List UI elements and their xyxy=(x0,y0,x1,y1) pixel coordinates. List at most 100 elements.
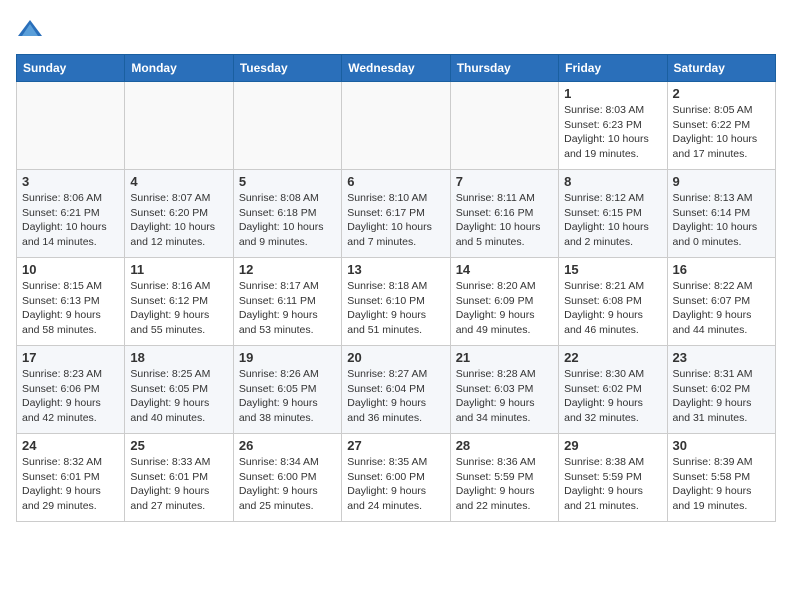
day-number: 26 xyxy=(239,438,336,453)
day-info: Sunrise: 8:38 AMSunset: 5:59 PMDaylight:… xyxy=(564,455,661,514)
day-info: Sunrise: 8:32 AMSunset: 6:01 PMDaylight:… xyxy=(22,455,119,514)
calendar-header: SundayMondayTuesdayWednesdayThursdayFrid… xyxy=(17,55,776,82)
week-row-2: 3Sunrise: 8:06 AMSunset: 6:21 PMDaylight… xyxy=(17,170,776,258)
day-number: 22 xyxy=(564,350,661,365)
day-info: Sunrise: 8:15 AMSunset: 6:13 PMDaylight:… xyxy=(22,279,119,338)
day-info: Sunrise: 8:12 AMSunset: 6:15 PMDaylight:… xyxy=(564,191,661,250)
day-info: Sunrise: 8:39 AMSunset: 5:58 PMDaylight:… xyxy=(673,455,770,514)
day-number: 3 xyxy=(22,174,119,189)
week-row-5: 24 Sunrise: 8:32 AMSunset: 6:01 PMDayligh… xyxy=(17,434,776,522)
calendar-cell: 21 Sunrise: 8:28 AMSunset: 6:03 PMDayligh… xyxy=(450,346,558,434)
logo-icon xyxy=(16,16,44,44)
calendar-cell: 22 Sunrise: 8:30 AMSunset: 6:02 PMDayligh… xyxy=(559,346,667,434)
calendar-cell: 27 Sunrise: 8:35 AMSunset: 6:00 PMDayligh… xyxy=(342,434,450,522)
day-number: 12 xyxy=(239,262,336,277)
day-info: Sunrise: 8:33 AMSunset: 6:01 PMDaylight:… xyxy=(130,455,227,514)
day-header-friday: Friday xyxy=(559,55,667,82)
calendar-cell: 13 Sunrise: 8:18 AMSunset: 6:10 PMDayligh… xyxy=(342,258,450,346)
calendar-cell: 12 Sunrise: 8:17 AMSunset: 6:11 PMDayligh… xyxy=(233,258,341,346)
calendar-cell: 20 Sunrise: 8:27 AMSunset: 6:04 PMDayligh… xyxy=(342,346,450,434)
day-number: 19 xyxy=(239,350,336,365)
day-number: 21 xyxy=(456,350,553,365)
calendar-cell xyxy=(342,82,450,170)
calendar-cell: 15 Sunrise: 8:21 AMSunset: 6:08 PMDayligh… xyxy=(559,258,667,346)
calendar-body: 1 Sunrise: 8:03 AMSunset: 6:23 PMDaylight… xyxy=(17,82,776,522)
day-number: 27 xyxy=(347,438,444,453)
day-number: 6 xyxy=(347,174,444,189)
day-number: 4 xyxy=(130,174,227,189)
calendar-cell: 10 Sunrise: 8:15 AMSunset: 6:13 PMDayligh… xyxy=(17,258,125,346)
day-number: 25 xyxy=(130,438,227,453)
calendar-cell: 3Sunrise: 8:06 AMSunset: 6:21 PMDaylight… xyxy=(17,170,125,258)
day-header-tuesday: Tuesday xyxy=(233,55,341,82)
day-number: 13 xyxy=(347,262,444,277)
calendar-cell: 24 Sunrise: 8:32 AMSunset: 6:01 PMDayligh… xyxy=(17,434,125,522)
day-number: 14 xyxy=(456,262,553,277)
day-info: Sunrise: 8:10 AMSunset: 6:17 PMDaylight:… xyxy=(347,191,444,250)
day-number: 30 xyxy=(673,438,770,453)
day-info: Sunrise: 8:30 AMSunset: 6:02 PMDaylight:… xyxy=(564,367,661,426)
calendar-cell: 18 Sunrise: 8:25 AMSunset: 6:05 PMDayligh… xyxy=(125,346,233,434)
day-number: 5 xyxy=(239,174,336,189)
day-info: Sunrise: 8:25 AMSunset: 6:05 PMDaylight:… xyxy=(130,367,227,426)
day-number: 1 xyxy=(564,86,661,101)
day-number: 18 xyxy=(130,350,227,365)
calendar-cell: 7 Sunrise: 8:11 AMSunset: 6:16 PMDaylight… xyxy=(450,170,558,258)
day-info: Sunrise: 8:18 AMSunset: 6:10 PMDaylight:… xyxy=(347,279,444,338)
calendar-cell: 8 Sunrise: 8:12 AMSunset: 6:15 PMDaylight… xyxy=(559,170,667,258)
day-info: Sunrise: 8:31 AMSunset: 6:02 PMDaylight:… xyxy=(673,367,770,426)
day-number: 16 xyxy=(673,262,770,277)
calendar-cell: 29Sunrise: 8:38 AMSunset: 5:59 PMDayligh… xyxy=(559,434,667,522)
calendar-cell: 30 Sunrise: 8:39 AMSunset: 5:58 PMDayligh… xyxy=(667,434,775,522)
day-info: Sunrise: 8:05 AMSunset: 6:22 PMDaylight:… xyxy=(673,103,770,162)
day-number: 24 xyxy=(22,438,119,453)
day-number: 17 xyxy=(22,350,119,365)
day-info: Sunrise: 8:22 AMSunset: 6:07 PMDaylight:… xyxy=(673,279,770,338)
day-info: Sunrise: 8:27 AMSunset: 6:04 PMDaylight:… xyxy=(347,367,444,426)
day-info: Sunrise: 8:08 AMSunset: 6:18 PMDaylight:… xyxy=(239,191,336,250)
week-row-4: 17 Sunrise: 8:23 AMSunset: 6:06 PMDayligh… xyxy=(17,346,776,434)
calendar-cell: 5 Sunrise: 8:08 AMSunset: 6:18 PMDaylight… xyxy=(233,170,341,258)
day-number: 8 xyxy=(564,174,661,189)
day-header-monday: Monday xyxy=(125,55,233,82)
calendar-cell xyxy=(450,82,558,170)
week-row-1: 1 Sunrise: 8:03 AMSunset: 6:23 PMDaylight… xyxy=(17,82,776,170)
logo xyxy=(16,16,48,44)
day-info: Sunrise: 8:21 AMSunset: 6:08 PMDaylight:… xyxy=(564,279,661,338)
calendar-cell: 16 Sunrise: 8:22 AMSunset: 6:07 PMDayligh… xyxy=(667,258,775,346)
header-row: SundayMondayTuesdayWednesdayThursdayFrid… xyxy=(17,55,776,82)
day-header-saturday: Saturday xyxy=(667,55,775,82)
day-number: 11 xyxy=(130,262,227,277)
calendar-cell: 26Sunrise: 8:34 AMSunset: 6:00 PMDayligh… xyxy=(233,434,341,522)
day-info: Sunrise: 8:28 AMSunset: 6:03 PMDaylight:… xyxy=(456,367,553,426)
day-info: Sunrise: 8:07 AMSunset: 6:20 PMDaylight:… xyxy=(130,191,227,250)
day-info: Sunrise: 8:11 AMSunset: 6:16 PMDaylight:… xyxy=(456,191,553,250)
calendar-cell: 1 Sunrise: 8:03 AMSunset: 6:23 PMDaylight… xyxy=(559,82,667,170)
calendar-table: SundayMondayTuesdayWednesdayThursdayFrid… xyxy=(16,54,776,522)
day-header-sunday: Sunday xyxy=(17,55,125,82)
day-number: 15 xyxy=(564,262,661,277)
day-number: 28 xyxy=(456,438,553,453)
day-number: 20 xyxy=(347,350,444,365)
day-info: Sunrise: 8:36 AMSunset: 5:59 PMDaylight:… xyxy=(456,455,553,514)
day-number: 2 xyxy=(673,86,770,101)
day-info: Sunrise: 8:23 AMSunset: 6:06 PMDaylight:… xyxy=(22,367,119,426)
day-info: Sunrise: 8:16 AMSunset: 6:12 PMDaylight:… xyxy=(130,279,227,338)
calendar-cell: 6 Sunrise: 8:10 AMSunset: 6:17 PMDaylight… xyxy=(342,170,450,258)
day-info: Sunrise: 8:20 AMSunset: 6:09 PMDaylight:… xyxy=(456,279,553,338)
day-info: Sunrise: 8:26 AMSunset: 6:05 PMDaylight:… xyxy=(239,367,336,426)
day-header-thursday: Thursday xyxy=(450,55,558,82)
day-header-wednesday: Wednesday xyxy=(342,55,450,82)
day-info: Sunrise: 8:35 AMSunset: 6:00 PMDaylight:… xyxy=(347,455,444,514)
calendar-cell: 14 Sunrise: 8:20 AMSunset: 6:09 PMDayligh… xyxy=(450,258,558,346)
day-info: Sunrise: 8:13 AMSunset: 6:14 PMDaylight:… xyxy=(673,191,770,250)
day-number: 10 xyxy=(22,262,119,277)
day-info: Sunrise: 8:17 AMSunset: 6:11 PMDaylight:… xyxy=(239,279,336,338)
day-number: 9 xyxy=(673,174,770,189)
day-number: 7 xyxy=(456,174,553,189)
page-header xyxy=(16,16,776,44)
calendar-cell: 17 Sunrise: 8:23 AMSunset: 6:06 PMDayligh… xyxy=(17,346,125,434)
day-number: 23 xyxy=(673,350,770,365)
day-info: Sunrise: 8:03 AMSunset: 6:23 PMDaylight:… xyxy=(564,103,661,162)
calendar-cell xyxy=(233,82,341,170)
